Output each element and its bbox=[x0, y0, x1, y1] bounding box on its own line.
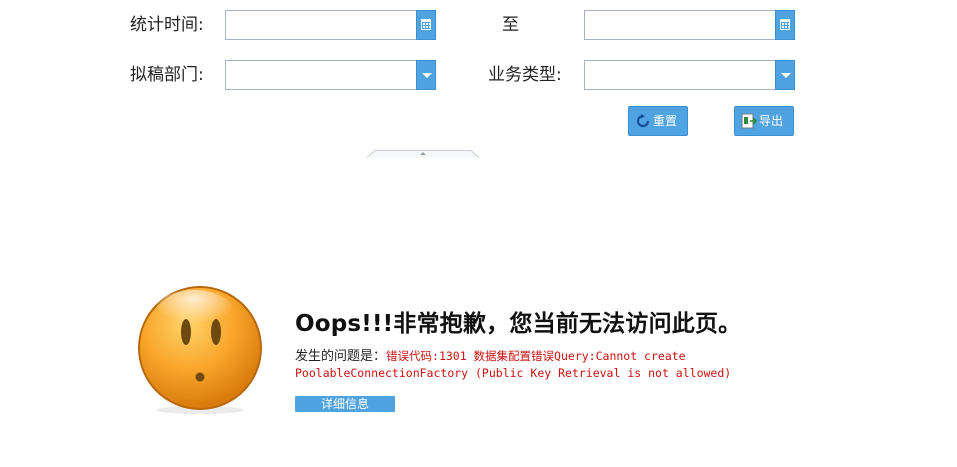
end-date-picker-button[interactable] bbox=[775, 10, 795, 40]
export-label: 导出 bbox=[759, 114, 784, 128]
dept-dropdown-button[interactable] bbox=[416, 60, 436, 90]
chevron-down-icon bbox=[422, 73, 432, 78]
calendar-icon bbox=[780, 19, 790, 30]
end-date-field[interactable] bbox=[584, 10, 795, 40]
start-date-picker-button[interactable] bbox=[416, 10, 436, 40]
to-label: 至 bbox=[502, 15, 519, 35]
start-date-field[interactable] bbox=[225, 10, 436, 40]
biz-type-label: 业务类型: bbox=[488, 65, 562, 85]
reset-label: 重置 bbox=[653, 114, 678, 128]
error-title: Oops!!!非常抱歉，您当前无法访问此页。 bbox=[295, 311, 742, 337]
biz-type-dropdown-button[interactable] bbox=[775, 60, 795, 90]
detail-button[interactable]: 详细信息 bbox=[295, 396, 395, 412]
reset-button[interactable]: 重置 bbox=[628, 106, 688, 136]
calendar-icon bbox=[421, 19, 431, 30]
dept-label: 拟稿部门: bbox=[130, 65, 204, 85]
problem-label: 发生的问题是： bbox=[295, 349, 387, 364]
surprised-face-icon bbox=[138, 286, 262, 414]
biz-type-select[interactable] bbox=[584, 60, 795, 90]
stat-time-label: 统计时间: bbox=[130, 15, 204, 35]
export-icon bbox=[741, 113, 757, 129]
error-problem: 发生的问题是：错误代码:1301 数据集配置错误Query:Cannot cre… bbox=[295, 348, 765, 382]
export-button[interactable]: 导出 bbox=[734, 106, 794, 136]
chevron-down-icon bbox=[781, 73, 791, 78]
collapse-toggle[interactable] bbox=[367, 150, 479, 158]
dept-select[interactable] bbox=[225, 60, 436, 90]
refresh-icon bbox=[636, 114, 650, 128]
